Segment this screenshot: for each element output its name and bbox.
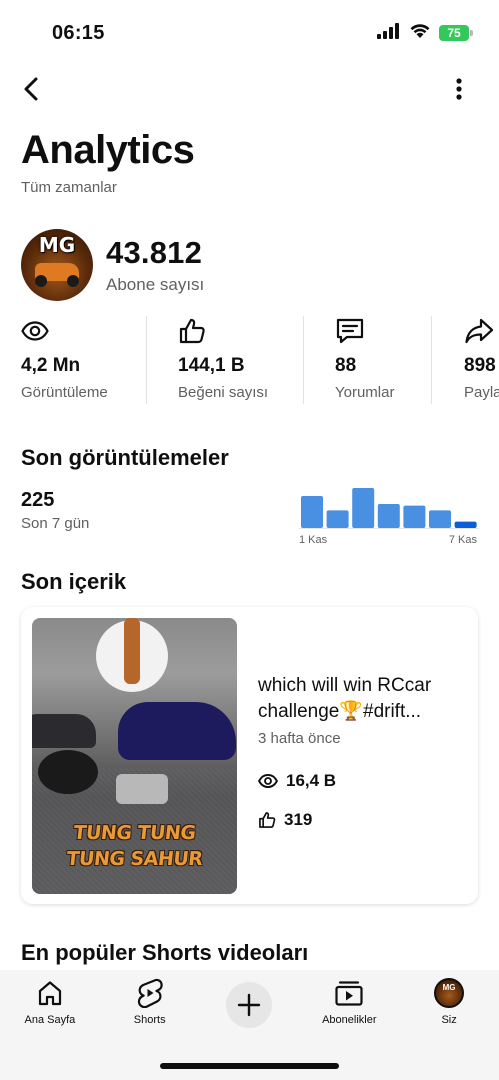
- page-subtitle: Tüm zamanlar: [21, 179, 117, 196]
- channel-summary: MG 43.812 Abone sayısı: [21, 229, 204, 301]
- comment-icon: [335, 316, 432, 346]
- thumbs-up-icon: [178, 316, 304, 346]
- profile-avatar: MG: [434, 978, 465, 1008]
- stat-label: Görüntüleme: [21, 384, 108, 401]
- channel-avatar[interactable]: MG: [21, 229, 93, 301]
- eye-icon: [258, 773, 278, 789]
- subscriber-label: Abone sayısı: [106, 275, 205, 294]
- tab-home[interactable]: Ana Sayfa: [5, 976, 95, 1026]
- recent-views-chart[interactable]: 1 Kas 7 Kas: [299, 484, 479, 546]
- page-title: Analytics: [21, 128, 195, 172]
- tab-label: Ana Sayfa: [24, 1014, 76, 1026]
- tab-shorts[interactable]: Shorts: [105, 976, 195, 1026]
- stat-value: 144,1 B: [178, 355, 245, 376]
- chart-bar: [301, 496, 323, 528]
- chart-bar: [326, 510, 349, 528]
- stat-label: Beğeni sayısı: [178, 384, 269, 401]
- stat-shares[interactable]: 898 Paylaşımlar: [432, 316, 499, 404]
- status-bar: 06:15 75: [0, 0, 499, 66]
- tab-you[interactable]: MG Siz: [404, 976, 494, 1026]
- top-shorts-title: En popüler Shorts videoları: [21, 940, 309, 965]
- create-button[interactable]: [226, 982, 273, 1028]
- video-likes: 319: [258, 810, 312, 830]
- home-indicator: [160, 1063, 339, 1069]
- recent-views-value: 225: [21, 489, 55, 511]
- chart-bar: [377, 504, 400, 528]
- thumbs-up-icon: [259, 812, 276, 828]
- chart-bar: [403, 505, 426, 528]
- eye-icon: [21, 316, 147, 346]
- thumbnail-caption: TUNG TUNG: [72, 822, 197, 844]
- stat-comments[interactable]: 88 Yorumlar: [304, 316, 432, 404]
- video-title-line: which will win RCcar: [258, 675, 432, 696]
- stat-value: 4,2 Mn: [21, 355, 81, 376]
- battery-level: 75: [447, 26, 461, 40]
- wifi-icon: [409, 23, 431, 44]
- video-thumbnail[interactable]: TUNG TUNG TUNG SAHUR: [32, 618, 237, 894]
- tab-subscriptions[interactable]: Abonelikler: [304, 976, 394, 1026]
- recent-video-card[interactable]: TUNG TUNG TUNG SAHUR which will win RCca…: [21, 607, 478, 904]
- video-views-value: 16,4 B: [286, 771, 337, 790]
- more-vertical-icon: [456, 78, 462, 100]
- video-views: 16,4 B: [258, 771, 336, 791]
- tab-label: Shorts: [133, 1014, 166, 1026]
- top-nav: [0, 68, 499, 110]
- status-time: 06:15: [52, 21, 105, 44]
- video-time-ago: 3 hafta önce: [258, 730, 341, 747]
- chart-tick-label: 7 Kas: [449, 534, 478, 546]
- stat-likes[interactable]: 144,1 B Beğeni sayısı: [147, 316, 304, 404]
- stat-value: 898: [464, 355, 496, 376]
- recent-views-period: Son 7 gün: [21, 515, 90, 532]
- subscriptions-icon: [334, 976, 364, 1010]
- stats-row[interactable]: 4,2 Mn Görüntüleme 144,1 B Beğeni sayısı…: [21, 316, 499, 404]
- profile-avatar-text: MG: [442, 983, 456, 992]
- stat-label: Yorumlar: [335, 384, 395, 401]
- avatar-text: MG: [38, 233, 76, 257]
- battery-icon: 75: [439, 25, 473, 41]
- recent-content-title: Son içerik: [21, 569, 127, 594]
- video-likes-value: 319: [284, 810, 313, 829]
- chart-bar: [454, 521, 477, 528]
- chart-bar: [352, 488, 375, 528]
- tab-label: Abonelikler: [322, 1014, 377, 1026]
- stat-value: 88: [335, 355, 357, 376]
- subscriber-count: 43.812: [106, 235, 203, 270]
- thumbnail-caption: TUNG SAHUR: [65, 848, 204, 870]
- tab-label: Siz: [441, 1014, 457, 1026]
- share-icon: [464, 316, 499, 346]
- signal-icon: [377, 22, 401, 44]
- status-icons: 75: [377, 22, 473, 44]
- home-icon: [36, 976, 64, 1010]
- more-options-button[interactable]: [441, 71, 477, 107]
- tab-bar: Ana Sayfa Shorts Abonelikler MG Siz: [0, 976, 499, 1036]
- stat-views[interactable]: 4,2 Mn Görüntüleme: [21, 316, 147, 404]
- recent-views-title: Son görüntülemeler: [21, 445, 229, 470]
- chart-bar: [429, 510, 451, 528]
- stat-label: Paylaşımlar: [464, 384, 499, 401]
- video-title[interactable]: which will win RCcar challenge🏆#drift...: [258, 673, 468, 725]
- video-title-line: challenge🏆#drift...: [258, 701, 422, 722]
- plus-icon: [238, 993, 261, 1017]
- back-button[interactable]: [14, 71, 50, 107]
- chart-tick-label: 1 Kas: [299, 534, 328, 546]
- shorts-icon: [137, 976, 163, 1010]
- chevron-left-icon: [24, 77, 38, 101]
- tab-create[interactable]: [204, 976, 294, 1028]
